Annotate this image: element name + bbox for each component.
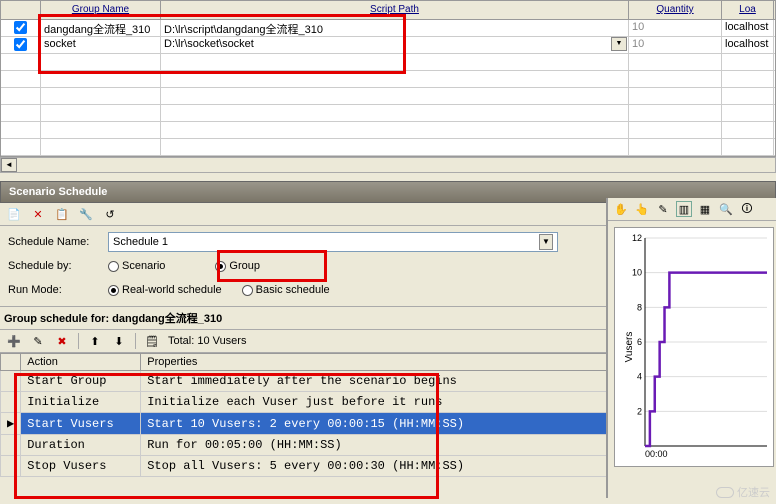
radio-group[interactable]: Group <box>215 260 260 272</box>
schedule-by-label: Schedule by: <box>8 260 108 272</box>
schedule-name-select[interactable]: Schedule 1 ▼ <box>108 232 558 252</box>
header-script-path[interactable]: Script Path <box>161 1 629 19</box>
cell-action: Start Group <box>21 371 141 392</box>
grid-row-empty <box>1 105 775 122</box>
radio-scenario[interactable]: Scenario <box>108 260 165 272</box>
run-mode-label: Run Mode: <box>8 284 108 296</box>
grid-row[interactable]: socketD:\lr\socket\socket▼10localhost <box>1 37 775 54</box>
header-quantity[interactable]: Quantity <box>629 1 722 19</box>
reset-icon[interactable]: ↺ <box>102 206 118 222</box>
rename-icon[interactable]: 🔧 <box>78 206 94 222</box>
cell-qty[interactable]: 10 <box>629 20 722 36</box>
vusers-chart: Vusers 2 4 6 8 10 12 00:00 <box>614 227 774 467</box>
grid-row-empty <box>1 71 775 88</box>
header-load[interactable]: Loa <box>722 1 774 19</box>
path-dropdown-icon[interactable]: ▼ <box>611 37 627 51</box>
chart-ylabel: Vusers <box>624 332 635 363</box>
info-icon[interactable]: 🛈 <box>739 201 755 217</box>
cell-load[interactable]: localhost <box>722 37 774 53</box>
delete-icon[interactable]: ✕ <box>30 206 46 222</box>
move-down-icon[interactable]: ⬇ <box>111 333 127 349</box>
script-grid: Group Name Script Path Quantity Loa dang… <box>0 0 776 157</box>
dropdown-arrow-icon[interactable]: ▼ <box>539 234 553 250</box>
delete-action-icon[interactable]: ✖ <box>54 333 70 349</box>
zoom-icon[interactable]: 🔍 <box>718 201 734 217</box>
grid-row-empty <box>1 139 775 156</box>
chart-toolbar: ✋ 👆 ✎ ▥ ▦ 🔍 🛈 <box>608 198 776 221</box>
horizontal-scrollbar[interactable]: ◄ <box>0 157 776 173</box>
chart-panel: ✋ 👆 ✎ ▥ ▦ 🔍 🛈 Vusers 2 4 6 8 10 12 00:00 <box>606 198 776 498</box>
bar-chart-icon[interactable]: ▥ <box>676 201 692 217</box>
chart-svg: 2 4 6 8 10 12 00:00 <box>615 228 773 466</box>
row-marker <box>1 456 21 477</box>
svg-text:2: 2 <box>637 406 642 416</box>
add-action-icon[interactable]: ➕ <box>6 333 22 349</box>
grid-header: Group Name Script Path Quantity Loa <box>1 1 775 20</box>
row-marker: ▶ <box>1 413 21 435</box>
cell-qty[interactable]: 10 <box>629 37 722 53</box>
grid-row-empty <box>1 88 775 105</box>
cell-group[interactable]: socket <box>41 37 161 53</box>
cloud-icon <box>716 487 734 498</box>
svg-text:12: 12 <box>632 233 642 243</box>
cell-action: Initialize <box>21 392 141 413</box>
row-checkbox[interactable] <box>14 38 27 51</box>
point-icon[interactable]: 👆 <box>634 201 650 217</box>
spreadsheet-icon[interactable]: 🗒 <box>144 333 160 349</box>
row-marker <box>1 371 21 392</box>
svg-text:00:00: 00:00 <box>645 449 668 459</box>
cell-action: Stop Vusers <box>21 456 141 477</box>
grid-row-empty <box>1 122 775 139</box>
cell-path[interactable]: D:\lr\socket\socket▼ <box>161 37 629 53</box>
grid-icon[interactable]: ▦ <box>697 201 713 217</box>
row-marker <box>1 435 21 456</box>
hand-icon[interactable]: ✋ <box>613 201 629 217</box>
row-marker <box>1 392 21 413</box>
scroll-left-icon[interactable]: ◄ <box>1 158 17 172</box>
move-up-icon[interactable]: ⬆ <box>87 333 103 349</box>
svg-text:6: 6 <box>637 337 642 347</box>
cell-action: Duration <box>21 435 141 456</box>
radio-realworld[interactable]: Real-world schedule <box>108 284 222 296</box>
schedule-name-label: Schedule Name: <box>8 236 108 248</box>
copy-icon[interactable]: 📋 <box>54 206 70 222</box>
radio-basic[interactable]: Basic schedule <box>242 284 330 296</box>
schedule-name-value: Schedule 1 <box>113 236 168 248</box>
watermark: 亿速云 <box>716 484 770 500</box>
svg-text:10: 10 <box>632 268 642 278</box>
grid-row-empty <box>1 54 775 71</box>
cell-load[interactable]: localhost <box>722 20 774 36</box>
svg-text:4: 4 <box>637 372 642 382</box>
cell-group[interactable]: dangdang全流程_310 <box>41 20 161 36</box>
header-checkbox-col[interactable] <box>1 1 41 19</box>
edit-action-icon[interactable]: ✎ <box>30 333 46 349</box>
new-icon[interactable]: 📄 <box>6 206 22 222</box>
cell-path[interactable]: D:\lr\script\dangdang全流程_310 <box>161 20 629 36</box>
svg-text:8: 8 <box>637 302 642 312</box>
row-checkbox[interactable] <box>14 21 27 34</box>
header-group-name[interactable]: Group Name <box>41 1 161 19</box>
total-vusers: Total: 10 Vusers <box>168 335 246 347</box>
grid-row[interactable]: dangdang全流程_310D:\lr\script\dangdang全流程_… <box>1 20 775 37</box>
action-header[interactable]: Action <box>21 354 141 371</box>
row-marker-header <box>1 354 21 371</box>
cell-action: Start Vusers <box>21 413 141 435</box>
pencil-icon[interactable]: ✎ <box>655 201 671 217</box>
